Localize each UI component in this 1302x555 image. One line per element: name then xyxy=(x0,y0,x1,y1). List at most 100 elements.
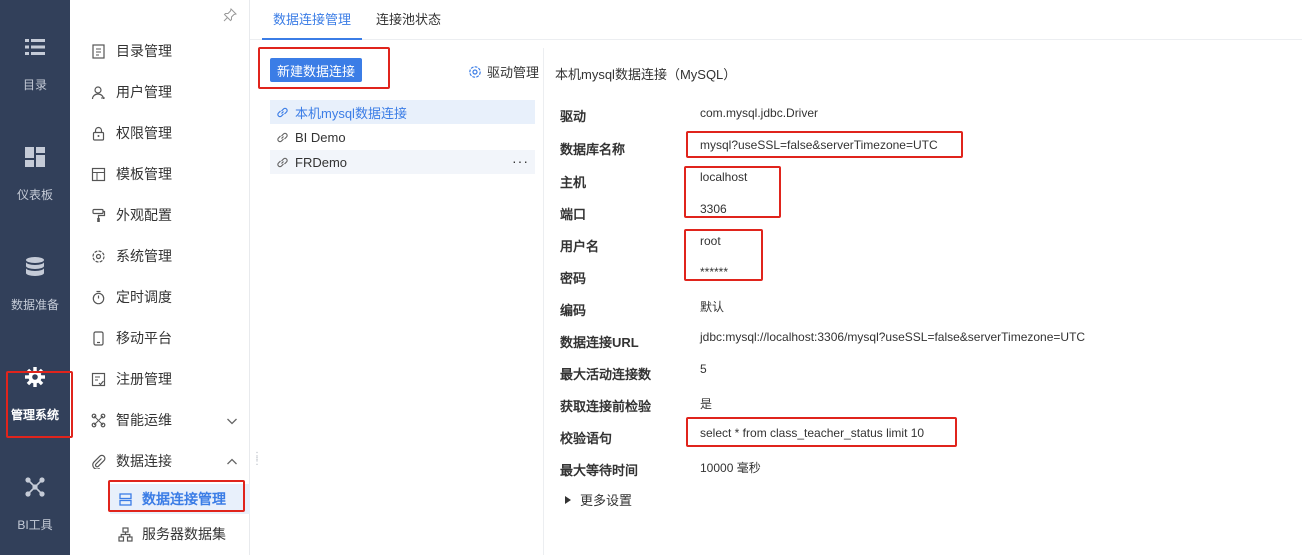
caret-right-icon xyxy=(565,495,571,504)
link-icon xyxy=(277,132,288,142)
field-label: 端口 xyxy=(560,207,587,222)
field-label: 最大活动连接数 xyxy=(560,367,652,382)
field-label: 数据连接URL xyxy=(560,335,639,350)
menu-item-label: 目录管理 xyxy=(116,43,172,59)
connection-item[interactable]: FRDemo ··· xyxy=(270,150,535,174)
submenu-item-label: 服务器数据集 xyxy=(142,526,226,542)
field-label: 数据库名称 xyxy=(560,142,626,157)
menu-item-appearance[interactable]: 外观配置 xyxy=(70,200,250,230)
field-value: 10000 毫秒 xyxy=(700,461,761,475)
rail-item-catalog[interactable]: 目录 xyxy=(0,36,70,93)
field-label: 密码 xyxy=(560,271,587,286)
rail-item-dashboard[interactable]: 仪表板 xyxy=(0,146,70,203)
connection-item[interactable]: BI Demo xyxy=(270,125,535,149)
field-label: 校验语句 xyxy=(560,431,613,446)
ops-icon xyxy=(90,412,106,428)
left-rail: 目录 仪表板 数据准备 管理系统 BI工具 xyxy=(0,0,70,555)
field-label: 用户名 xyxy=(560,239,600,254)
settings-icon xyxy=(90,248,106,264)
lock-icon xyxy=(90,125,106,141)
field-value: jdbc:mysql://localhost:3306/mysql?useSSL… xyxy=(700,330,1086,344)
connection-name: 本机mysql数据连接 xyxy=(295,105,407,121)
field-label: 最大等待时间 xyxy=(560,463,639,478)
menu-item-label: 定时调度 xyxy=(116,289,172,305)
template-icon xyxy=(90,166,106,182)
more-actions-icon[interactable]: ··· xyxy=(512,153,529,169)
document-icon xyxy=(90,43,106,59)
field-label: 编码 xyxy=(560,303,587,318)
chevron-up-icon xyxy=(226,455,238,467)
submenu-item-server-dataset[interactable]: 服务器数据集 xyxy=(110,519,250,549)
network-icon xyxy=(24,476,46,498)
rail-label: BI工具 xyxy=(17,518,53,532)
driver-manage-button[interactable]: 驱动管理 xyxy=(468,62,539,81)
field-value: 5 xyxy=(700,362,707,376)
menu-item-scheduler[interactable]: 定时调度 xyxy=(70,282,250,312)
field-label: 驱动 xyxy=(560,109,587,124)
chevron-down-icon xyxy=(226,414,238,426)
menu-item-data-connection[interactable]: 数据连接 xyxy=(70,446,250,476)
annotation-box xyxy=(686,417,957,447)
rail-label: 仪表板 xyxy=(16,188,53,202)
menu-item-label: 注册管理 xyxy=(116,371,172,387)
menu-item-mobile[interactable]: 移动平台 xyxy=(70,323,250,353)
user-icon xyxy=(90,84,106,100)
dashboard-icon xyxy=(24,146,46,168)
timer-icon xyxy=(90,289,106,305)
link-icon xyxy=(277,157,288,167)
rail-item-data-prep[interactable]: 数据准备 xyxy=(0,256,70,313)
menu-item-catalog-manage[interactable]: 目录管理 xyxy=(70,36,250,66)
menu-item-label: 数据连接 xyxy=(116,453,172,469)
menu-item-registration[interactable]: 注册管理 xyxy=(70,364,250,394)
menu-item-label: 智能运维 xyxy=(116,412,172,428)
annotation-box xyxy=(684,166,781,218)
menu-item-label: 用户管理 xyxy=(116,84,172,100)
menu-item-system-manage[interactable]: 系统管理 xyxy=(70,241,250,271)
hierarchy-icon xyxy=(118,526,134,542)
database-icon xyxy=(24,256,46,278)
more-settings-toggle[interactable]: 更多设置 xyxy=(565,490,632,509)
more-settings-label: 更多设置 xyxy=(580,493,633,508)
link-icon xyxy=(277,107,288,117)
field-value: com.mysql.jdbc.Driver xyxy=(700,106,819,120)
driver-manage-label: 驱动管理 xyxy=(487,65,540,80)
field-value: 是 xyxy=(700,397,713,411)
connection-name: BI Demo xyxy=(295,129,346,145)
detail-title: 本机mysql数据连接（MySQL） xyxy=(555,67,737,82)
paint-roller-icon xyxy=(90,207,106,223)
rail-label: 目录 xyxy=(22,78,47,92)
mobile-icon xyxy=(90,330,106,346)
menu-item-smart-ops[interactable]: 智能运维 xyxy=(70,405,250,435)
annotation-box xyxy=(686,131,963,158)
annotation-box xyxy=(258,47,390,89)
tab-pool-status[interactable]: 连接池状态 xyxy=(376,0,441,40)
menu-item-label: 移动平台 xyxy=(116,330,172,346)
gear-icon xyxy=(469,65,481,78)
list-icon xyxy=(24,36,46,58)
rail-item-bi-tools[interactable]: BI工具 xyxy=(0,476,70,533)
menu-item-label: 外观配置 xyxy=(116,207,172,223)
connection-detail-pane: 本机mysql数据连接（MySQL） 驱动 com.mysql.jdbc.Dri… xyxy=(545,48,1302,555)
rail-label: 数据准备 xyxy=(10,298,59,312)
tab-connection-manage[interactable]: 数据连接管理 xyxy=(262,0,362,40)
menu-item-template-manage[interactable]: 模板管理 xyxy=(70,159,250,189)
annotation-box xyxy=(6,371,73,438)
annotation-box xyxy=(108,480,245,512)
paperclip-icon xyxy=(90,453,106,469)
field-value: 默认 xyxy=(700,300,725,314)
register-icon xyxy=(90,371,106,387)
app: 目录 仪表板 数据准备 管理系统 BI工具 目录管理 用户管理 权限管理 模板管… xyxy=(0,0,1302,555)
menu-item-label: 系统管理 xyxy=(116,248,172,264)
pin-icon[interactable] xyxy=(223,8,237,22)
menu-item-user-manage[interactable]: 用户管理 xyxy=(70,77,250,107)
menu-item-permission-manage[interactable]: 权限管理 xyxy=(70,118,250,148)
field-label: 获取连接前检验 xyxy=(560,399,652,414)
connection-item[interactable]: 本机mysql数据连接 xyxy=(270,100,535,124)
secondary-menu: 目录管理 用户管理 权限管理 模板管理 外观配置 系统管理 定时调度 移动平台 xyxy=(70,0,250,555)
connection-name: FRDemo xyxy=(295,154,348,170)
tab-bar: 数据连接管理 连接池状态 xyxy=(250,0,1302,40)
field-label: 主机 xyxy=(560,175,587,190)
annotation-box xyxy=(684,229,763,281)
menu-item-label: 权限管理 xyxy=(116,125,172,141)
connection-list-pane: 新建数据连接 驱动管理 本机mysql数据连接 BI Demo FRDemo ·… xyxy=(258,48,544,555)
